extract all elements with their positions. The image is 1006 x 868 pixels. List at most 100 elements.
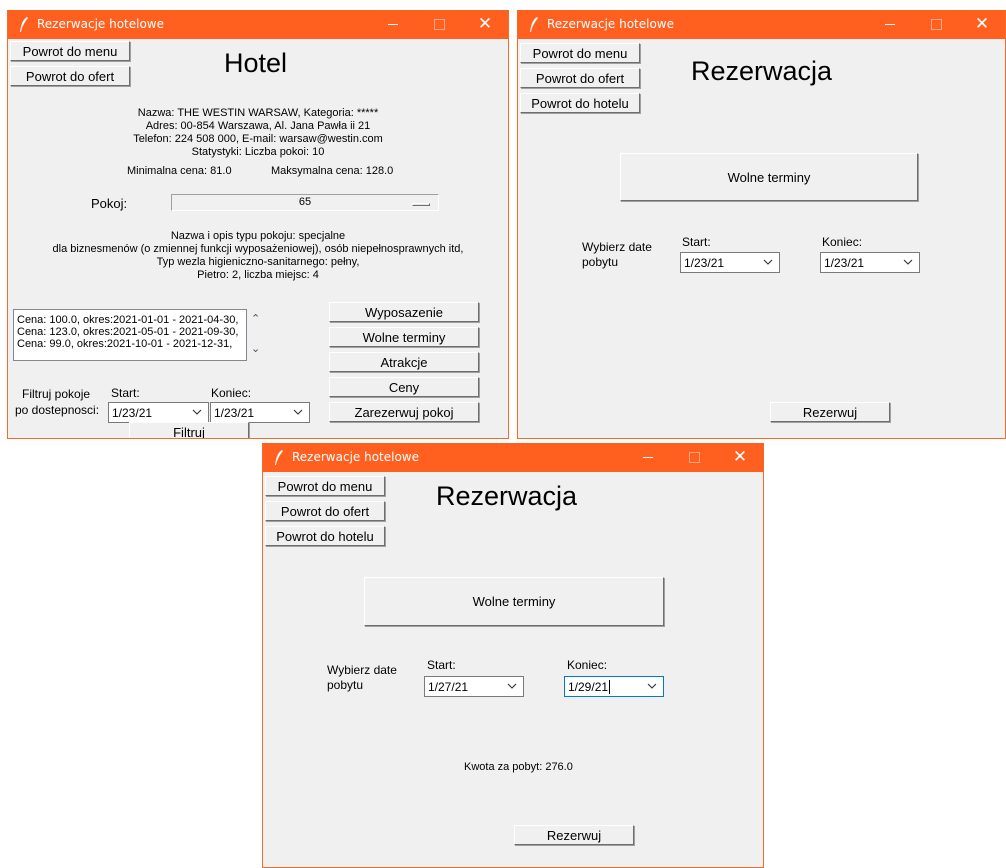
hotel-info-line: Nazwa: THE WESTIN WARSAW, Kategoria: ***… xyxy=(137,107,379,119)
page-title: Hotel xyxy=(224,48,288,78)
total-price: Kwota za pobyt: 276.0 xyxy=(464,761,573,773)
close-button[interactable]: ✕ xyxy=(959,10,1005,39)
maximize-icon xyxy=(688,452,700,463)
start-date-value: 1/23/21 xyxy=(112,406,153,420)
filter-button[interactable]: Filtruj xyxy=(129,422,249,438)
scroll-down-icon[interactable]: ⌄ xyxy=(251,342,260,355)
maximize-icon xyxy=(433,19,445,30)
min-price: Minimalna cena: 81.0 xyxy=(127,165,232,177)
start-date-picker[interactable]: 1/27/21 xyxy=(424,676,524,697)
room-desc-line: dla biznesmenów (o zmiennej funkcji wypo… xyxy=(52,243,464,255)
start-label: Start: xyxy=(427,658,456,672)
max-price: Maksymalna cena: 128.0 xyxy=(271,165,394,177)
minimize-button[interactable] xyxy=(867,10,913,39)
title-bar[interactable]: Rezerwacje hotelowe ✕ xyxy=(518,10,1005,39)
back-to-menu-button[interactable]: Powrot do menu xyxy=(520,43,640,63)
back-to-offers-button[interactable]: Powrot do ofert xyxy=(10,66,130,86)
room-slider-thumb[interactable] xyxy=(412,203,430,206)
hotel-info-line: Adres: 00-854 Warszawa, Al. Jana Pawła i… xyxy=(145,120,371,132)
minimize-button[interactable] xyxy=(370,10,416,39)
end-date-value: 1/29/21 xyxy=(568,680,609,694)
room-desc-line: Nazwa i opis typu pokoju: specjalne xyxy=(170,230,346,242)
chevron-down-icon xyxy=(293,409,303,415)
hotel-info-line: Telefon: 224 508 000, E-mail: warsaw@wes… xyxy=(133,133,383,145)
title-bar[interactable]: Rezerwacje hotelowe ✕ xyxy=(263,443,763,472)
back-to-offers-button[interactable]: Powrot do ofert xyxy=(265,501,385,521)
feather-icon xyxy=(20,17,28,32)
minimize-icon xyxy=(885,24,895,25)
back-to-hotel-button[interactable]: Powrot do hotelu xyxy=(265,526,385,546)
book-button[interactable]: Rezerwuj xyxy=(770,402,890,422)
close-button[interactable]: ✕ xyxy=(462,10,508,39)
hotel-info-line: Statystyki: Liczba pokoi: 10 xyxy=(191,146,325,158)
close-button[interactable]: ✕ xyxy=(717,443,763,472)
book-room-button[interactable]: Zarezerwuj pokoj xyxy=(329,402,479,422)
window-title: Rezerwacje hotelowe xyxy=(37,17,165,31)
end-label: Koniec: xyxy=(211,386,252,400)
maximize-button[interactable] xyxy=(416,10,462,39)
start-date-value: 1/27/21 xyxy=(428,680,469,694)
choose-date-label: Wybierz date xyxy=(327,663,397,677)
minimize-icon xyxy=(388,24,398,25)
chevron-down-icon xyxy=(763,259,773,265)
close-icon: ✕ xyxy=(732,447,748,467)
reservation-window-filled: Rezerwacje hotelowe ✕ Powrot do menu Pow… xyxy=(262,443,764,868)
close-icon: ✕ xyxy=(974,14,990,34)
maximize-button[interactable] xyxy=(913,10,959,39)
prices-button[interactable]: Ceny xyxy=(329,377,479,397)
chevron-down-icon xyxy=(647,683,657,689)
price-list[interactable]: Cena: 100.0, okres:2021-01-01 - 2021-04-… xyxy=(13,309,247,361)
maximize-button[interactable] xyxy=(671,443,717,472)
chevron-down-icon xyxy=(192,409,202,415)
end-date-value: 1/23/21 xyxy=(824,256,865,270)
scroll-up-icon[interactable]: ⌃ xyxy=(251,312,260,325)
back-to-hotel-button[interactable]: Powrot do hotelu xyxy=(520,93,640,113)
attractions-button[interactable]: Atrakcje xyxy=(329,352,479,372)
room-slider-value: 65 xyxy=(298,196,312,208)
free-dates-button[interactable]: Wolne terminy xyxy=(364,577,664,626)
start-label: Start: xyxy=(682,235,711,249)
back-to-offers-button[interactable]: Powrot do ofert xyxy=(520,68,640,88)
start-date-picker[interactable]: 1/23/21 xyxy=(680,252,780,273)
feather-icon xyxy=(530,17,538,32)
back-to-menu-button[interactable]: Powrot do menu xyxy=(10,41,130,61)
list-item[interactable]: Cena: 99.0, okres:2021-10-01 - 2021-12-3… xyxy=(17,338,243,350)
chevron-down-icon xyxy=(903,259,913,265)
book-button[interactable]: Rezerwuj xyxy=(514,825,634,845)
hotel-info: Nazwa: THE WESTIN WARSAW, Kategoria: ***… xyxy=(8,107,508,159)
start-date-picker[interactable]: 1/23/21 xyxy=(108,402,209,423)
hotel-window: Rezerwacje hotelowe ✕ Powrot do menu Pow… xyxy=(7,10,509,439)
text-cursor xyxy=(609,680,610,694)
end-date-picker[interactable]: 1/23/21 xyxy=(210,402,310,423)
room-desc-line: Typ wezla higieniczno-sanitarnego: pełny… xyxy=(156,256,360,268)
filter-label: po dostepnosci: xyxy=(15,403,100,417)
minimize-icon xyxy=(643,457,653,458)
list-item[interactable]: Cena: 123.0, okres:2021-05-01 - 2021-09-… xyxy=(17,326,243,338)
end-date-picker[interactable]: 1/23/21 xyxy=(820,252,920,273)
list-item[interactable]: Cena: 100.0, okres:2021-01-01 - 2021-04-… xyxy=(17,314,243,326)
feather-icon xyxy=(275,450,283,465)
end-date-picker[interactable]: 1/29/21 xyxy=(564,676,664,697)
free-dates-button[interactable]: Wolne terminy xyxy=(620,153,918,201)
title-bar[interactable]: Rezerwacje hotelowe ✕ xyxy=(8,10,508,39)
choose-date-label: pobytu xyxy=(327,678,364,692)
minimize-button[interactable] xyxy=(625,443,671,472)
room-description: Nazwa i opis typu pokoju: specjalne dla … xyxy=(8,230,508,282)
free-dates-button[interactable]: Wolne terminy xyxy=(329,327,479,347)
filter-label: Filtruj pokoje xyxy=(22,387,91,401)
room-slider[interactable]: 65 xyxy=(171,194,439,211)
close-icon: ✕ xyxy=(477,14,493,34)
maximize-icon xyxy=(930,19,942,30)
page-title: Rezerwacja xyxy=(436,481,578,511)
window-title: Rezerwacje hotelowe xyxy=(547,17,675,31)
end-label: Koniec: xyxy=(822,235,863,249)
end-label: Koniec: xyxy=(567,658,608,672)
equipment-button[interactable]: Wyposazenie xyxy=(329,302,479,322)
start-date-value: 1/23/21 xyxy=(684,256,725,270)
chevron-down-icon xyxy=(507,683,517,689)
room-desc-line: Pietro: 2, liczba miejsc: 4 xyxy=(197,269,319,281)
back-to-menu-button[interactable]: Powrot do menu xyxy=(265,476,385,496)
page-title: Rezerwacja xyxy=(691,56,833,86)
start-label: Start: xyxy=(111,386,140,400)
choose-date-label: Wybierz date xyxy=(582,240,652,254)
